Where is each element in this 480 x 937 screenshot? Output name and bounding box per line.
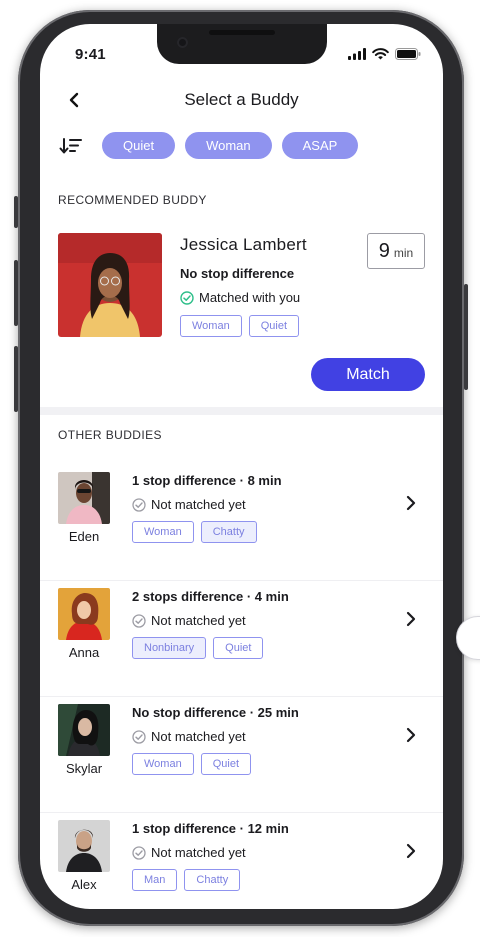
- tag-woman: Woman: [180, 315, 242, 337]
- filter-chip-asap[interactable]: ASAP: [281, 132, 359, 159]
- time-value: 9: [378, 240, 390, 262]
- buddy-tags: Man Chatty: [132, 869, 241, 891]
- match-button[interactable]: Match: [311, 358, 425, 391]
- tag-chatty: Chatty: [184, 869, 241, 891]
- recommended-stop-difference: No stop difference: [180, 266, 295, 281]
- check-circle-icon: [132, 613, 146, 628]
- silent-switch: [14, 196, 18, 228]
- buddy-row-anna[interactable]: Anna 2 stops difference · 4 min Not matc…: [40, 581, 443, 697]
- buddy-match-status: Not matched yet: [132, 613, 246, 628]
- recommended-tags: Woman Quiet: [180, 315, 299, 337]
- buddy-match-status: Not matched yet: [132, 845, 246, 860]
- chevron-right-icon: [403, 726, 419, 744]
- wifi-icon: [372, 48, 389, 60]
- buddy-status-text: Not matched yet: [151, 845, 246, 860]
- sort-button[interactable]: [58, 133, 84, 159]
- notch: [157, 24, 327, 64]
- tag-woman: Woman: [132, 753, 194, 775]
- buddy-row-skylar[interactable]: Skylar No stop difference · 25 min Not m…: [40, 697, 443, 813]
- buddy-status-text: Not matched yet: [151, 729, 246, 744]
- buddy-name: Anna: [68, 645, 100, 660]
- buddy-summary: 2 stops difference · 4 min: [132, 589, 289, 604]
- header: Select a Buddy: [40, 86, 443, 116]
- check-circle-icon: [132, 729, 146, 744]
- volume-up-button: [14, 260, 18, 326]
- page-title: Select a Buddy: [184, 90, 299, 109]
- signal-icon: [348, 48, 366, 60]
- chevron-right-icon: [403, 610, 419, 628]
- tag-quiet: Quiet: [200, 753, 251, 775]
- buddy-tags: Woman Chatty: [132, 521, 257, 543]
- tag-quiet: Quiet: [248, 315, 299, 337]
- buddy-summary: 1 stop difference · 12 min: [132, 821, 289, 836]
- volume-down-button: [14, 346, 18, 412]
- recommended-time-badge: 9 min: [367, 233, 425, 269]
- avatar: [58, 704, 110, 756]
- check-circle-icon: [180, 290, 194, 305]
- recommended-status-text: Matched with you: [199, 290, 301, 305]
- buddy-name: Skylar: [65, 761, 103, 776]
- check-circle-icon: [132, 497, 146, 512]
- section-divider: [40, 407, 443, 415]
- tag-woman: Woman: [132, 521, 194, 543]
- filter-chip-quiet[interactable]: Quiet: [102, 132, 176, 159]
- recommended-match-status: Matched with you: [180, 290, 300, 305]
- buddy-row-eden[interactable]: Eden 1 stop difference · 8 min Not match…: [40, 465, 443, 581]
- buddy-row-alex[interactable]: Alex 1 stop difference · 12 min Not matc…: [40, 813, 443, 909]
- avatar: [58, 588, 110, 640]
- chevron-right-icon: [403, 842, 419, 860]
- battery-icon: [395, 48, 421, 60]
- filter-bar: Quiet Woman ASAP: [58, 132, 359, 159]
- buddy-name: Eden: [68, 529, 100, 544]
- buddy-status-text: Not matched yet: [151, 497, 246, 512]
- avatar: [58, 820, 110, 872]
- tag-nonbinary: Nonbinary: [132, 637, 207, 659]
- buddy-match-status: Not matched yet: [132, 729, 246, 744]
- chevron-right-icon: [403, 494, 419, 512]
- time-unit: min: [393, 246, 414, 260]
- buddy-status-text: Not matched yet: [151, 613, 246, 628]
- buddy-name: Alex: [71, 877, 97, 892]
- buddy-summary: No stop difference · 25 min: [132, 705, 299, 720]
- tag-man: Man: [132, 869, 178, 891]
- tag-chatty: Chatty: [200, 521, 257, 543]
- front-camera: [177, 37, 188, 48]
- recommended-avatar: [58, 233, 162, 337]
- avatar: [58, 472, 110, 524]
- sort-icon: [59, 137, 82, 153]
- buddy-match-status: Not matched yet: [132, 497, 246, 512]
- status-icons: [348, 48, 421, 60]
- buddy-summary: 1 stop difference · 8 min: [132, 473, 282, 488]
- speaker-grille: [209, 30, 275, 35]
- recommended-name: Jessica Lambert: [180, 235, 307, 254]
- power-button: [464, 284, 468, 390]
- buddy-tags: Woman Quiet: [132, 753, 251, 775]
- app-screen: 9:41 Select a Buddy Quiet Woman ASAP REC…: [40, 24, 443, 909]
- buddy-tags: Nonbinary Quiet: [132, 637, 264, 659]
- status-time: 9:41: [75, 46, 106, 63]
- other-buddies-section-label: OTHER BUDDIES: [58, 428, 162, 442]
- recommended-section-label: RECOMMENDED BUDDY: [58, 193, 207, 207]
- filter-chip-woman[interactable]: Woman: [185, 132, 272, 159]
- tag-quiet: Quiet: [213, 637, 264, 659]
- check-circle-icon: [132, 845, 146, 860]
